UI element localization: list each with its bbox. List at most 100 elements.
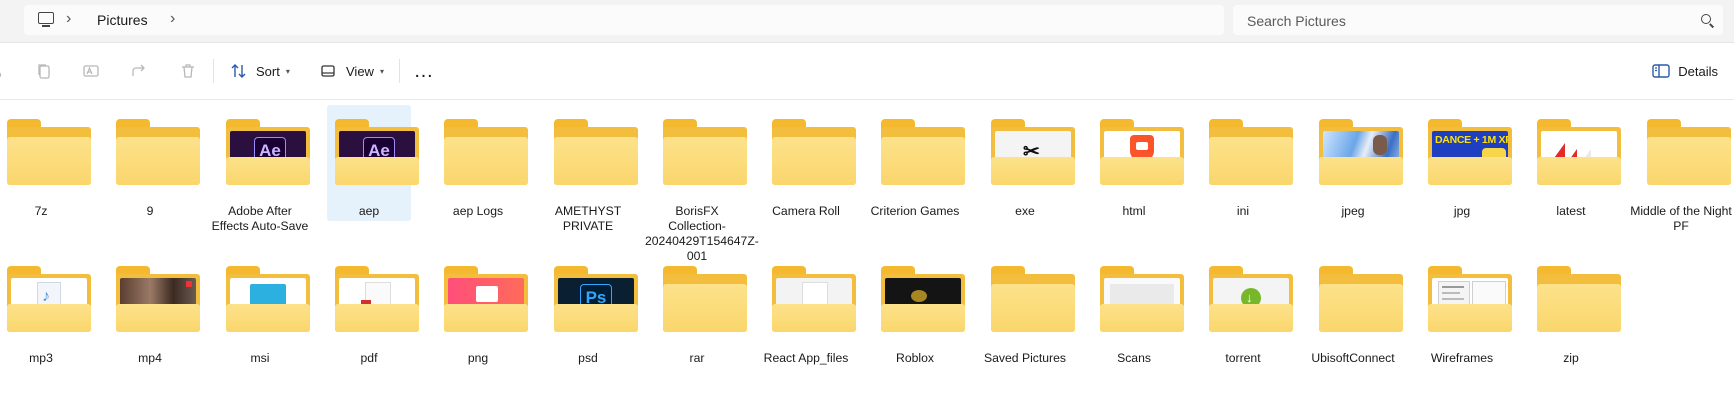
folder-item[interactable]: ↓ torrent xyxy=(1201,252,1293,368)
folder-item[interactable]: png xyxy=(436,252,528,368)
folder-item[interactable]: ini xyxy=(1201,105,1293,221)
folder-name: UbisoftConnect xyxy=(1311,351,1395,365)
share-icon[interactable] xyxy=(131,63,147,79)
folder-icon xyxy=(991,266,1075,332)
folder-icon xyxy=(1100,119,1184,185)
folder-item[interactable]: pdf xyxy=(327,252,419,368)
folder-item[interactable]: Wireframes xyxy=(1420,252,1512,368)
search-icon[interactable] xyxy=(1701,14,1711,24)
folder-item[interactable]: Roblox xyxy=(873,252,965,368)
folder-name: 7z xyxy=(34,204,48,218)
folder-item[interactable]: ✂ exe xyxy=(983,105,1075,221)
folder-icon xyxy=(1537,119,1621,185)
details-pane-icon xyxy=(1652,64,1670,78)
chevron-down-icon: ▾ xyxy=(285,66,290,76)
folder-icon xyxy=(116,119,200,185)
folder-item[interactable]: 7z xyxy=(0,105,91,221)
folder-name: rar xyxy=(689,351,705,365)
delete-icon[interactable] xyxy=(180,63,196,79)
folder-icon xyxy=(1428,266,1512,332)
folder-name: msi xyxy=(250,351,270,365)
folder-item[interactable]: 9 xyxy=(108,105,200,221)
folder-name: Middle of the Night PF xyxy=(1630,204,1732,233)
chevron-right-icon[interactable]: › xyxy=(66,10,71,28)
search-box[interactable] xyxy=(1233,5,1723,35)
folder-name: Saved Pictures xyxy=(984,351,1066,365)
folder-item[interactable]: Ae aep xyxy=(327,105,419,221)
folder-item[interactable]: rar xyxy=(655,252,747,368)
folder-icon xyxy=(881,266,965,332)
copy-icon[interactable] xyxy=(36,63,52,79)
folder-name: React App_files xyxy=(763,351,849,365)
folder-icon: ✂ xyxy=(991,119,1075,185)
folder-item[interactable]: zip xyxy=(1529,252,1621,368)
folder-icon xyxy=(663,266,747,332)
folder-item[interactable]: Middle of the Night PF xyxy=(1630,105,1732,233)
folder-item[interactable]: UbisoftConnect xyxy=(1311,252,1403,368)
folder-icon xyxy=(7,119,91,185)
folder-name: exe xyxy=(1015,204,1035,218)
chevron-right-icon[interactable]: › xyxy=(170,10,175,28)
folder-item[interactable]: latest xyxy=(1529,105,1621,221)
folder-item[interactable]: jpeg xyxy=(1311,105,1403,221)
view-button[interactable]: View ▾ xyxy=(320,57,384,85)
folder-item[interactable]: DANCE + 1M XP jpg xyxy=(1420,105,1512,221)
folder-item[interactable]: Ps psd xyxy=(546,252,638,368)
rename-icon[interactable] xyxy=(83,63,99,79)
folder-item[interactable]: aep Logs xyxy=(436,105,528,221)
folder-item[interactable]: ♪ mp3 xyxy=(0,252,91,368)
folder-item[interactable]: Saved Pictures xyxy=(983,252,1075,368)
folder-name: jpg xyxy=(1453,204,1471,218)
folder-item[interactable]: BorisFX Collection-20240429T154647Z-001 xyxy=(645,105,759,263)
details-label: Details xyxy=(1678,63,1718,79)
folder-icon xyxy=(1319,119,1403,185)
toolbar-separator xyxy=(399,59,400,83)
folder-item[interactable]: mp4 xyxy=(108,252,200,368)
this-pc-icon[interactable] xyxy=(38,12,54,27)
sort-button[interactable]: Sort ▾ xyxy=(230,57,290,85)
folder-icon xyxy=(554,119,638,185)
folder-name: Camera Roll xyxy=(772,204,840,218)
folder-icon: Ps xyxy=(554,266,638,332)
breadcrumb[interactable]: › Pictures › xyxy=(24,5,1224,35)
cut-icon[interactable] xyxy=(0,63,10,79)
folder-icon: Ae xyxy=(335,119,419,185)
folder-item[interactable]: msi xyxy=(218,252,310,368)
search-input[interactable] xyxy=(1245,10,1689,32)
folder-icon: ↓ xyxy=(1209,266,1293,332)
folder-icon xyxy=(1209,119,1293,185)
folder-name: pdf xyxy=(360,351,378,365)
folder-name: Roblox xyxy=(896,351,934,365)
sort-icon xyxy=(231,64,246,78)
folder-name: mp3 xyxy=(29,351,53,365)
folder-item[interactable]: Ae Adobe After Effects Auto-Save xyxy=(212,105,310,233)
folder-icon xyxy=(335,266,419,332)
folder-icon xyxy=(1319,266,1403,332)
folder-item[interactable]: Criterion Games xyxy=(871,105,965,221)
folder-name: psd xyxy=(578,351,598,365)
folder-name: jpeg xyxy=(1341,204,1365,218)
folder-name: aep xyxy=(358,204,380,218)
folder-icon xyxy=(1537,266,1621,332)
more-options-button[interactable]: … xyxy=(412,60,436,82)
folder-icon xyxy=(444,119,528,185)
chevron-down-icon: ▾ xyxy=(379,66,384,76)
details-button[interactable]: Details xyxy=(1652,57,1718,85)
folder-item[interactable]: React App_files xyxy=(764,252,856,368)
folder-icon: Ae xyxy=(226,119,310,185)
view-label: View xyxy=(346,63,374,79)
folder-icon xyxy=(881,119,965,185)
breadcrumb-item-pictures[interactable]: Pictures xyxy=(97,12,148,28)
folder-item[interactable]: AMETHYST PRIVATE xyxy=(546,105,638,233)
command-bar: Sort ▾ View ▾ … Details xyxy=(0,43,1734,100)
folder-icon xyxy=(1647,119,1731,185)
folder-item[interactable]: html xyxy=(1092,105,1184,221)
folder-name: png xyxy=(467,351,489,365)
view-icon xyxy=(321,65,335,77)
folder-name: zip xyxy=(1563,351,1579,365)
folder-item[interactable]: Camera Roll xyxy=(764,105,856,221)
folder-item[interactable]: Scans xyxy=(1092,252,1184,368)
folder-name: ini xyxy=(1236,204,1250,218)
address-bar: › Pictures › xyxy=(0,0,1734,43)
folder-name: 9 xyxy=(146,204,154,218)
